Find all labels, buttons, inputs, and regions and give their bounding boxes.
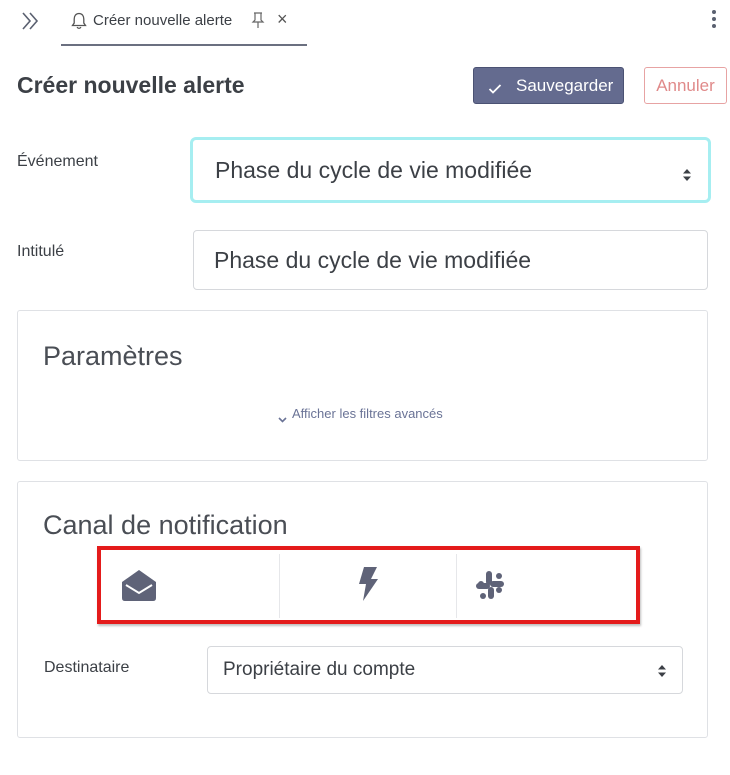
- title-label: Intitulé: [17, 243, 65, 260]
- advanced-filters-label: Afficher les filtres avancés: [292, 406, 443, 421]
- recipient-label: Destinataire: [44, 659, 130, 676]
- page-title: Créer nouvelle alerte: [17, 72, 245, 98]
- close-icon[interactable]: ×: [277, 8, 288, 30]
- tab-create-alert[interactable]: Créer nouvelle alerte ×: [61, 0, 307, 46]
- double-chevron-right-icon[interactable]: [18, 8, 44, 34]
- save-button-label: Sauvegarder: [516, 75, 614, 95]
- bell-icon: [71, 12, 87, 30]
- select-caret-icon: [657, 663, 667, 679]
- parameters-card: Paramètres Afficher les filtres avancés: [17, 310, 708, 461]
- event-label: Événement: [17, 153, 98, 170]
- advanced-filters-link[interactable]: Afficher les filtres avancés: [278, 406, 443, 423]
- title-input[interactable]: Phase du cycle de vie modifiée: [193, 230, 708, 290]
- tab-bar: Créer nouvelle alerte ×: [0, 0, 730, 46]
- check-icon: [488, 80, 502, 94]
- event-select-value: Phase du cycle de vie modifiée: [215, 156, 533, 183]
- select-caret-icon: [682, 162, 692, 181]
- tab-label: Créer nouvelle alerte: [93, 12, 233, 29]
- chevron-down-icon: [278, 411, 287, 423]
- parameters-title: Paramètres: [43, 341, 183, 371]
- recipient-select[interactable]: Propriétaire du compte: [207, 646, 683, 694]
- recipient-select-value: Propriétaire du compte: [223, 659, 416, 680]
- pin-icon[interactable]: [251, 11, 265, 29]
- kebab-menu-icon[interactable]: [708, 10, 720, 34]
- cancel-button[interactable]: Annuler: [644, 67, 727, 104]
- notification-channel-title: Canal de notification: [43, 510, 288, 540]
- save-button[interactable]: Sauvegarder: [473, 67, 624, 104]
- event-select[interactable]: Phase du cycle de vie modifiée: [190, 137, 711, 203]
- highlight-box: [97, 546, 640, 624]
